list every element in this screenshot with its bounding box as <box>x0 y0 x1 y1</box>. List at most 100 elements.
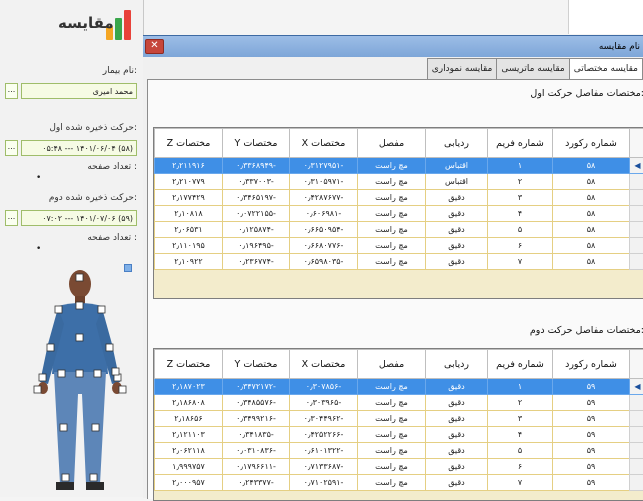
table-cell[interactable]: مچ راست <box>358 443 426 459</box>
table-cell[interactable]: مچ راست <box>358 427 426 443</box>
patient-name-field[interactable]: محمد امیری <box>21 83 137 99</box>
row-indicator[interactable] <box>630 379 643 395</box>
table-cell[interactable]: -۰٫۳۰۳۹۶۵ <box>290 395 358 411</box>
column-header[interactable]: مفصل <box>358 350 426 379</box>
table-cell[interactable]: -۰٫۲۴۳۳۷۷ <box>223 475 290 491</box>
table-cell[interactable]: ۵۸ <box>553 190 630 206</box>
table-cell[interactable]: ۲٫۱۰۸۱۸ <box>155 206 223 222</box>
row-indicator[interactable] <box>630 459 643 475</box>
table-cell[interactable]: -۰٫۷۱۳۳۶۸۷ <box>290 459 358 475</box>
table-row[interactable]: ۵۹۱دقیقمچ راست-۰٫۳۰۷۸۵۶-۰٫۳۴۷۲۱۷۲۲٫۱۸۷۰۲… <box>155 379 643 395</box>
table-cell[interactable]: -۰٫۳۳۶۸۹۴۹ <box>223 158 290 174</box>
table-cell[interactable]: دقیق <box>426 395 488 411</box>
close-button[interactable]: ✕ <box>145 39 164 54</box>
table-cell[interactable]: -۰٫۳۱۰۵۹۷۱ <box>290 174 358 190</box>
table-row[interactable]: ۵۸۶دقیقمچ راست-۰٫۶۶۸۰۷۷۶-۰٫۱۹۶۴۹۵۲٫۱۱۰۱۹… <box>155 238 643 254</box>
table-row[interactable]: ۵۹۶دقیقمچ راست-۰٫۷۱۳۳۶۸۷-۰٫۱۷۹۶۶۱۱۱٫۹۹۹۷… <box>155 459 643 475</box>
table-cell[interactable]: -۰٫۶۵۹۸۰۳۵ <box>290 254 358 270</box>
table-cell[interactable]: -۰٫۳۰۴۴۹۶۲ <box>290 411 358 427</box>
row-indicator[interactable] <box>630 222 643 238</box>
table-cell[interactable]: دقیق <box>426 443 488 459</box>
table-cell[interactable]: -۰٫۰۳۱۰۸۳۶ <box>223 443 290 459</box>
table-cell[interactable]: -۰٫۶۱۰۱۳۲۲ <box>290 443 358 459</box>
table-cell[interactable]: -۰٫۳۴۱۸۳۵ <box>223 427 290 443</box>
table-cell[interactable]: مچ راست <box>358 222 426 238</box>
table-cell[interactable]: -۰٫۳۴۹۹۲۱۶ <box>223 411 290 427</box>
table-cell[interactable]: ۵ <box>488 443 553 459</box>
table-row[interactable]: ۵۸۱اقتباسمچ راست-۰٫۳۱۲۷۹۵۱-۰٫۳۳۶۸۹۴۹۲٫۲۱… <box>155 158 643 174</box>
column-header[interactable]: ردیابی <box>426 350 488 379</box>
table-cell[interactable]: ۴ <box>488 427 553 443</box>
table-cell[interactable]: ۵۹ <box>553 379 630 395</box>
table-cell[interactable]: -۰٫۴۲۵۲۲۶۶ <box>290 427 358 443</box>
table-cell[interactable]: ۲٫۱۲۱۱۰۳ <box>155 427 223 443</box>
table-row[interactable]: ۵۸۲اقتباسمچ راست-۰٫۳۱۰۵۹۷۱-۰٫۳۳۷۰۰۳۲٫۲۱۰… <box>155 174 643 190</box>
patient-browse-button[interactable]: ... <box>5 83 18 99</box>
table-cell[interactable]: ۲٫۱۱۰۱۹۵ <box>155 238 223 254</box>
table-cell[interactable]: -۰٫۰۷۲۲۱۵۵ <box>223 206 290 222</box>
table-row[interactable]: ۵۸۳دقیقمچ راست-۰٫۴۲۸۷۶۷۷-۰٫۳۴۶۵۱۹۷۲٫۱۷۷۴… <box>155 190 643 206</box>
table-cell[interactable]: ۵۹ <box>553 459 630 475</box>
table-cell[interactable]: ۵۹ <box>553 411 630 427</box>
table-cell[interactable]: -۰٫۳۴۶۵۱۹۷ <box>223 190 290 206</box>
column-header[interactable]: شماره رکورد <box>553 350 630 379</box>
table-cell[interactable]: ۶ <box>488 459 553 475</box>
table-cell[interactable]: دقیق <box>426 190 488 206</box>
table-cell[interactable]: ۲٫۲۱۱۹۱۶ <box>155 158 223 174</box>
table-cell[interactable]: ۵۸ <box>553 238 630 254</box>
body-joints-figure[interactable] <box>28 264 132 497</box>
motion2-field[interactable]: (۵۹) ۱۴۰۱/۰۷/۰۶ --- ۰۷:۰۲ <box>21 210 137 226</box>
table-cell[interactable]: -۰٫۳۴۷۲۱۷۲ <box>223 379 290 395</box>
column-header[interactable]: مفصل <box>358 129 426 158</box>
motion1-grid[interactable]: شماره رکورد شماره فریم ردیابی مفصل مختصا… <box>153 127 643 299</box>
column-header[interactable]: مختصات X <box>290 129 358 158</box>
row-indicator[interactable] <box>630 190 643 206</box>
table-cell[interactable]: مچ راست <box>358 411 426 427</box>
table-cell[interactable]: ۵۹ <box>553 475 630 491</box>
motion2-browse-button[interactable]: ... <box>5 210 18 226</box>
table-cell[interactable]: مچ راست <box>358 459 426 475</box>
table-cell[interactable]: ۵۸ <box>553 254 630 270</box>
table-row[interactable]: ۵۹۲دقیقمچ راست-۰٫۳۰۳۹۶۵-۰٫۳۴۸۵۵۷۶۲٫۱۸۶۸۰… <box>155 395 643 411</box>
row-indicator[interactable] <box>630 206 643 222</box>
row-indicator[interactable] <box>630 443 643 459</box>
table-cell[interactable]: -۰٫۳۴۸۵۵۷۶ <box>223 395 290 411</box>
table-cell[interactable]: ۲٫۰۰۰۹۵۷ <box>155 475 223 491</box>
table-cell[interactable]: ۲٫۱۸۶۸۰۸ <box>155 395 223 411</box>
table-cell[interactable]: ۲٫۱۸۷۰۲۳ <box>155 379 223 395</box>
table-cell[interactable]: -۰٫۳۱۲۷۹۵۱ <box>290 158 358 174</box>
table-cell[interactable]: ۷ <box>488 475 553 491</box>
table-cell[interactable]: -۰٫۶۰۶۹۸۱ <box>290 206 358 222</box>
table-cell[interactable]: ۱ <box>488 379 553 395</box>
table-cell[interactable]: دقیق <box>426 379 488 395</box>
column-header[interactable]: شماره فریم <box>488 129 553 158</box>
table-cell[interactable]: دقیق <box>426 459 488 475</box>
table-cell[interactable]: ۶ <box>488 238 553 254</box>
window-titlebar[interactable]: ✕ نام مقایسه <box>143 36 643 57</box>
table-cell[interactable]: ۵۸ <box>553 174 630 190</box>
table-cell[interactable]: ۲٫۰۶۵۳۱ <box>155 222 223 238</box>
table-cell[interactable]: ۳ <box>488 411 553 427</box>
table-cell[interactable]: ۳ <box>488 190 553 206</box>
column-header[interactable]: شماره فریم <box>488 350 553 379</box>
column-header[interactable]: مختصات Z <box>155 129 223 158</box>
table-cell[interactable]: -۰٫۱۹۶۴۹۵ <box>223 238 290 254</box>
row-indicator[interactable] <box>630 174 643 190</box>
table-cell[interactable]: -۰٫۴۲۸۷۶۷۷ <box>290 190 358 206</box>
table-cell[interactable]: ۵۹ <box>553 443 630 459</box>
table-cell[interactable]: -۰٫۶۶۵۰۹۵۴ <box>290 222 358 238</box>
table-cell[interactable]: ۵۸ <box>553 158 630 174</box>
table-cell[interactable]: ۵۸ <box>553 222 630 238</box>
table-cell[interactable]: مچ راست <box>358 238 426 254</box>
table-cell[interactable]: ۲٫۰۶۲۱۱۸ <box>155 443 223 459</box>
column-header[interactable]: ردیابی <box>426 129 488 158</box>
column-header[interactable]: شماره رکورد <box>553 129 630 158</box>
table-cell[interactable]: دقیق <box>426 254 488 270</box>
table-cell[interactable]: اقتباس <box>426 174 488 190</box>
table-cell[interactable]: ۲ <box>488 395 553 411</box>
row-indicator[interactable] <box>630 395 643 411</box>
table-cell[interactable]: -۰٫۶۶۸۰۷۷۶ <box>290 238 358 254</box>
row-indicator[interactable] <box>630 411 643 427</box>
table-row[interactable]: ۵۹۵دقیقمچ راست-۰٫۶۱۰۱۳۲۲-۰٫۰۳۱۰۸۳۶۲٫۰۶۲۱… <box>155 443 643 459</box>
table-cell[interactable]: مچ راست <box>358 174 426 190</box>
